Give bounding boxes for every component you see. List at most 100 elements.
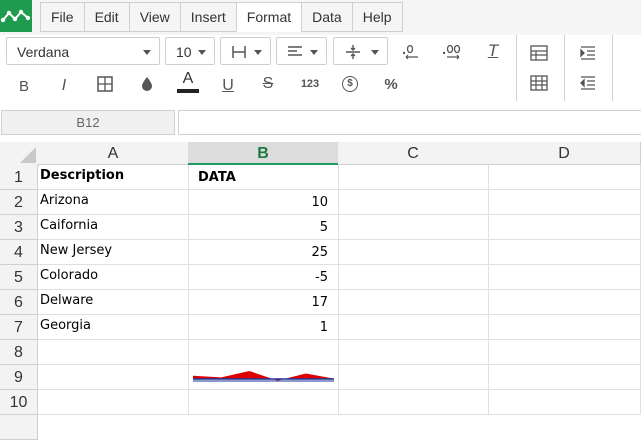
formula-input[interactable] [178,110,641,135]
cell-c7[interactable] [338,315,489,340]
chevron-down-icon [371,50,379,55]
column-header-c[interactable]: C [338,142,489,165]
cell-a1[interactable]: Description [38,165,189,190]
toolbar-divider [612,35,613,101]
cell-a8[interactable] [38,340,189,365]
align-dropdown[interactable] [276,37,327,65]
cell-c10[interactable] [338,390,489,415]
cell-a7[interactable]: Georgia [38,315,189,340]
row-header-7[interactable]: 7 [0,315,38,340]
percent-button[interactable]: % [380,73,402,95]
border-style-button[interactable] [94,73,116,95]
cell-c9[interactable] [338,365,489,390]
italic-button[interactable]: I [53,75,75,97]
indent-button[interactable] [577,42,599,64]
text-color-button[interactable]: A [177,71,199,93]
menu-format[interactable]: Format [235,2,302,32]
cell-d10[interactable] [488,390,641,415]
toolbar-divider [564,35,565,101]
font-size-select[interactable]: 10 [165,37,215,65]
currency-button[interactable]: $ [339,73,361,95]
number-format-button[interactable]: 123 [299,73,321,95]
row-header-8[interactable]: 8 [0,340,38,365]
cell-a10[interactable] [38,390,189,415]
cell-d7[interactable] [488,315,641,340]
row-header-10[interactable]: 10 [0,390,38,415]
menu-insert[interactable]: Insert [179,2,236,32]
row-header-5[interactable]: 5 [0,265,38,290]
currency-icon: $ [342,76,358,92]
cell-b5[interactable]: -5 [188,265,339,290]
cell-d1[interactable] [488,165,641,190]
insert-rows-button[interactable] [528,42,550,64]
cell-d8[interactable] [488,340,641,365]
bold-icon: B [18,77,29,95]
row-header-2[interactable]: 2 [0,190,38,215]
cell-b1[interactable]: DATA [188,165,339,190]
menu-edit[interactable]: Edit [83,2,129,32]
fill-color-button[interactable] [136,73,158,95]
font-family-value: Verdana [17,44,70,60]
cell-c6[interactable] [338,290,489,315]
decrease-decimals-button[interactable] [399,40,421,62]
fill-color-icon [142,77,152,91]
cell-c5[interactable] [338,265,489,290]
sparkline-segment [305,373,334,379]
row-header-3[interactable]: 3 [0,215,38,240]
cell-a3[interactable]: Caifornia [38,215,189,240]
outdent-button[interactable] [577,72,599,94]
cell-d5[interactable] [488,265,641,290]
cell-b4[interactable]: 25 [188,240,339,265]
formula-bar: B12 [0,105,641,139]
column-header-b[interactable]: B [188,142,339,165]
cell-a5[interactable]: Colorado [38,265,189,290]
cell-d9[interactable] [488,365,641,390]
cell-b8[interactable] [188,340,339,365]
select-all-corner[interactable] [0,142,39,166]
cell-d6[interactable] [488,290,641,315]
cell-b6[interactable]: 17 [188,290,339,315]
row-header-4[interactable]: 4 [0,240,38,265]
cell-a9[interactable] [38,365,189,390]
cell-a6[interactable]: Delware [38,290,189,315]
row-header-1[interactable]: 1 [0,165,38,190]
cell-c8[interactable] [338,340,489,365]
borders-dropdown[interactable] [220,37,271,65]
row-header-11[interactable] [0,415,38,440]
vertical-align-dropdown[interactable] [333,37,388,65]
cell-b7[interactable]: 1 [188,315,339,340]
font-family-select[interactable]: Verdana [6,37,160,65]
cell-d3[interactable] [488,215,641,240]
column-header-a[interactable]: A [38,142,189,165]
row-header-6[interactable]: 6 [0,290,38,315]
menu-data[interactable]: Data [301,2,352,32]
name-box[interactable]: B12 [1,110,175,135]
underline-button[interactable]: U [217,75,239,97]
menu-view[interactable]: View [128,2,180,32]
row-header-9[interactable]: 9 [0,365,38,390]
cell-a4[interactable]: New Jersey [38,240,189,265]
delete-rows-button[interactable] [528,72,550,94]
cell-d4[interactable] [488,240,641,265]
text-color-swatch [177,89,199,93]
cell-b10[interactable] [188,390,339,415]
column-header-d[interactable]: D [488,142,641,165]
app-logo [0,0,32,32]
menu-help[interactable]: Help [351,2,403,32]
increase-decimals-button[interactable] [441,40,463,62]
cell-d2[interactable] [488,190,641,215]
bold-button[interactable]: B [13,75,35,97]
cell-c1[interactable] [338,165,489,190]
menu-file[interactable]: File [40,2,84,32]
cell-b9[interactable] [188,365,339,390]
clear-format-button[interactable]: T [482,40,504,62]
sparkline-chart [193,371,334,382]
cell-a2[interactable]: Arizona [38,190,189,215]
cell-c4[interactable] [338,240,489,265]
cell-b2[interactable]: 10 [188,190,339,215]
vertical-align-icon [346,45,360,59]
strikethrough-button[interactable]: S [257,73,279,95]
cell-c3[interactable] [338,215,489,240]
cell-c2[interactable] [338,190,489,215]
cell-b3[interactable]: 5 [188,215,339,240]
